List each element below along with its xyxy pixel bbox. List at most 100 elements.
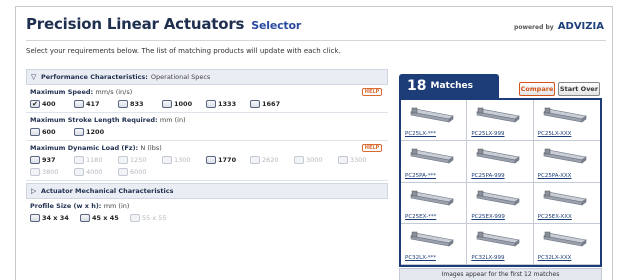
- actuator-image[interactable]: [475, 230, 525, 248]
- max-load-label: Maximum Dynamic Load (Fz): N (lbs): [30, 144, 384, 153]
- option-checkbox[interactable]: 937: [30, 155, 74, 165]
- checkbox-icon[interactable]: [206, 100, 216, 108]
- option-checkbox[interactable]: 1770: [206, 155, 250, 165]
- checkbox-icon[interactable]: [74, 100, 84, 108]
- product-link[interactable]: PC25LX-***: [405, 131, 436, 137]
- checkbox-icon: [294, 156, 304, 164]
- label-text: Maximum Stroke Length Required:: [30, 116, 158, 124]
- option-checkbox[interactable]: 45 x 45: [80, 213, 130, 223]
- compare-button[interactable]: Compare: [519, 82, 555, 96]
- product-link[interactable]: PC25LX-999: [471, 131, 504, 137]
- selector-label: Selector: [251, 19, 302, 32]
- start-over-button[interactable]: Start Over: [558, 82, 600, 96]
- product-tile[interactable]: PC25PA-XXX: [533, 141, 600, 183]
- product-tile[interactable]: PC25LX-XXX: [533, 100, 600, 142]
- checkbox-icon[interactable]: [118, 100, 128, 108]
- option-checkbox: 3800: [30, 167, 74, 177]
- product-link[interactable]: PC32LX-999: [471, 255, 504, 261]
- actuator-image[interactable]: [542, 230, 592, 248]
- chevron-down-icon: ▽: [31, 73, 37, 81]
- product-link[interactable]: PC25PA-999: [471, 173, 504, 179]
- option-label: 3000: [306, 156, 323, 164]
- section-title: Actuator Mechanical Characteristics: [41, 187, 174, 195]
- option-label: 4000: [86, 168, 103, 176]
- checkbox-icon[interactable]: [30, 156, 40, 164]
- powered-by-text: powered by: [514, 24, 554, 31]
- option-checkbox[interactable]: 34 x 34: [30, 213, 80, 223]
- option-checkbox: 1300: [162, 155, 206, 165]
- option-label: 1667: [262, 100, 281, 108]
- option-label: 400: [42, 100, 56, 108]
- actuator-image[interactable]: [409, 189, 459, 207]
- option-checkbox[interactable]: 1000: [162, 99, 206, 109]
- product-tile[interactable]: PC32LX-XXX: [533, 224, 600, 265]
- checkbox-icon[interactable]: [162, 100, 172, 108]
- option-label: 55 x 55: [142, 214, 167, 222]
- checkbox-icon[interactable]: [30, 214, 40, 222]
- product-link[interactable]: PC25EX-***: [405, 214, 436, 220]
- actuator-image[interactable]: [542, 147, 592, 165]
- product-link[interactable]: PC32LX-XXX: [538, 255, 572, 261]
- powered-by: powered by ADVIZIA: [514, 21, 604, 32]
- product-link[interactable]: PC25PA-***: [405, 173, 436, 179]
- option-checkbox: 1250: [118, 155, 162, 165]
- option-checkbox[interactable]: 1333: [206, 99, 250, 109]
- checkbox-icon[interactable]: [74, 128, 84, 136]
- actuator-image[interactable]: [475, 106, 525, 124]
- product-link[interactable]: PC32LX-***: [405, 255, 436, 261]
- product-link[interactable]: PC25EX-999: [471, 214, 505, 220]
- product-tile[interactable]: PC25LX-***: [401, 100, 468, 142]
- option-checkbox[interactable]: 833: [118, 99, 162, 109]
- checkbox-checked-icon[interactable]: ✔: [30, 100, 40, 108]
- option-label: 937: [42, 156, 56, 164]
- max-stroke-group: Maximum Stroke Length Required: mm (in) …: [26, 113, 388, 141]
- product-link[interactable]: PC25EX-XXX: [538, 214, 572, 220]
- option-label: 1300: [174, 156, 191, 164]
- checkbox-icon: [74, 156, 84, 164]
- option-checkbox[interactable]: 1667: [250, 99, 294, 109]
- product-tile[interactable]: PC25PA-***: [401, 141, 468, 183]
- max-load-options: 937 1180 1250 1300 1770 2620 3000 3300 3800 4000 6…: [30, 155, 384, 177]
- profile-size-options: 34 x 34 45 x 45 55 x 55: [30, 213, 384, 223]
- title-text: Precision Linear Actuators: [26, 15, 245, 33]
- actuator-image[interactable]: [409, 230, 459, 248]
- option-checkbox[interactable]: 417: [74, 99, 118, 109]
- checkbox-icon[interactable]: [80, 214, 90, 222]
- option-label: 1770: [218, 156, 237, 164]
- brand-logo: ADVIZIA: [557, 21, 604, 32]
- checkbox-icon: [118, 168, 128, 176]
- option-checkbox: 4000: [74, 167, 118, 177]
- help-button[interactable]: HELP: [362, 144, 382, 152]
- section-performance[interactable]: ▽ Performance Characteristics: Operation…: [26, 69, 388, 85]
- product-link[interactable]: PC25LX-XXX: [538, 131, 572, 137]
- checkbox-icon[interactable]: [250, 100, 260, 108]
- checkbox-icon[interactable]: [206, 156, 216, 164]
- product-tile[interactable]: PC25EX-XXX: [533, 183, 600, 224]
- max-stroke-label: Maximum Stroke Length Required: mm (in): [30, 116, 384, 125]
- option-label: 3300: [350, 156, 367, 164]
- actuator-image[interactable]: [475, 189, 525, 207]
- option-checkbox[interactable]: ✔ 400: [30, 99, 74, 109]
- product-tile[interactable]: PC25EX-***: [401, 182, 468, 224]
- option-checkbox[interactable]: 600: [30, 127, 74, 137]
- actuator-image[interactable]: [542, 106, 592, 124]
- option-label: 417: [86, 100, 100, 108]
- match-count: 18: [407, 78, 427, 94]
- option-checkbox: 3300: [338, 155, 382, 165]
- actuator-image[interactable]: [475, 147, 525, 165]
- product-tile[interactable]: PC25LX-999: [467, 100, 534, 142]
- product-tile[interactable]: PC25EX-999: [467, 182, 534, 224]
- product-link[interactable]: PC25PA-XXX: [538, 173, 572, 179]
- section-mechanical[interactable]: ▷ Actuator Mechanical Characteristics: [26, 183, 388, 199]
- actuator-image[interactable]: [409, 147, 459, 165]
- actuator-image[interactable]: [409, 106, 459, 124]
- label-text: Profile Size (w x h):: [30, 202, 102, 210]
- product-tile[interactable]: PC32LX-***: [401, 223, 468, 265]
- product-tile[interactable]: PC32LX-999: [467, 223, 534, 265]
- help-button[interactable]: HELP: [362, 88, 382, 96]
- actuator-image[interactable]: [542, 189, 592, 207]
- option-label: 6000: [130, 168, 147, 176]
- product-tile[interactable]: PC25PA-999: [467, 141, 534, 183]
- checkbox-icon[interactable]: [30, 128, 40, 136]
- option-checkbox[interactable]: 1200: [74, 127, 118, 137]
